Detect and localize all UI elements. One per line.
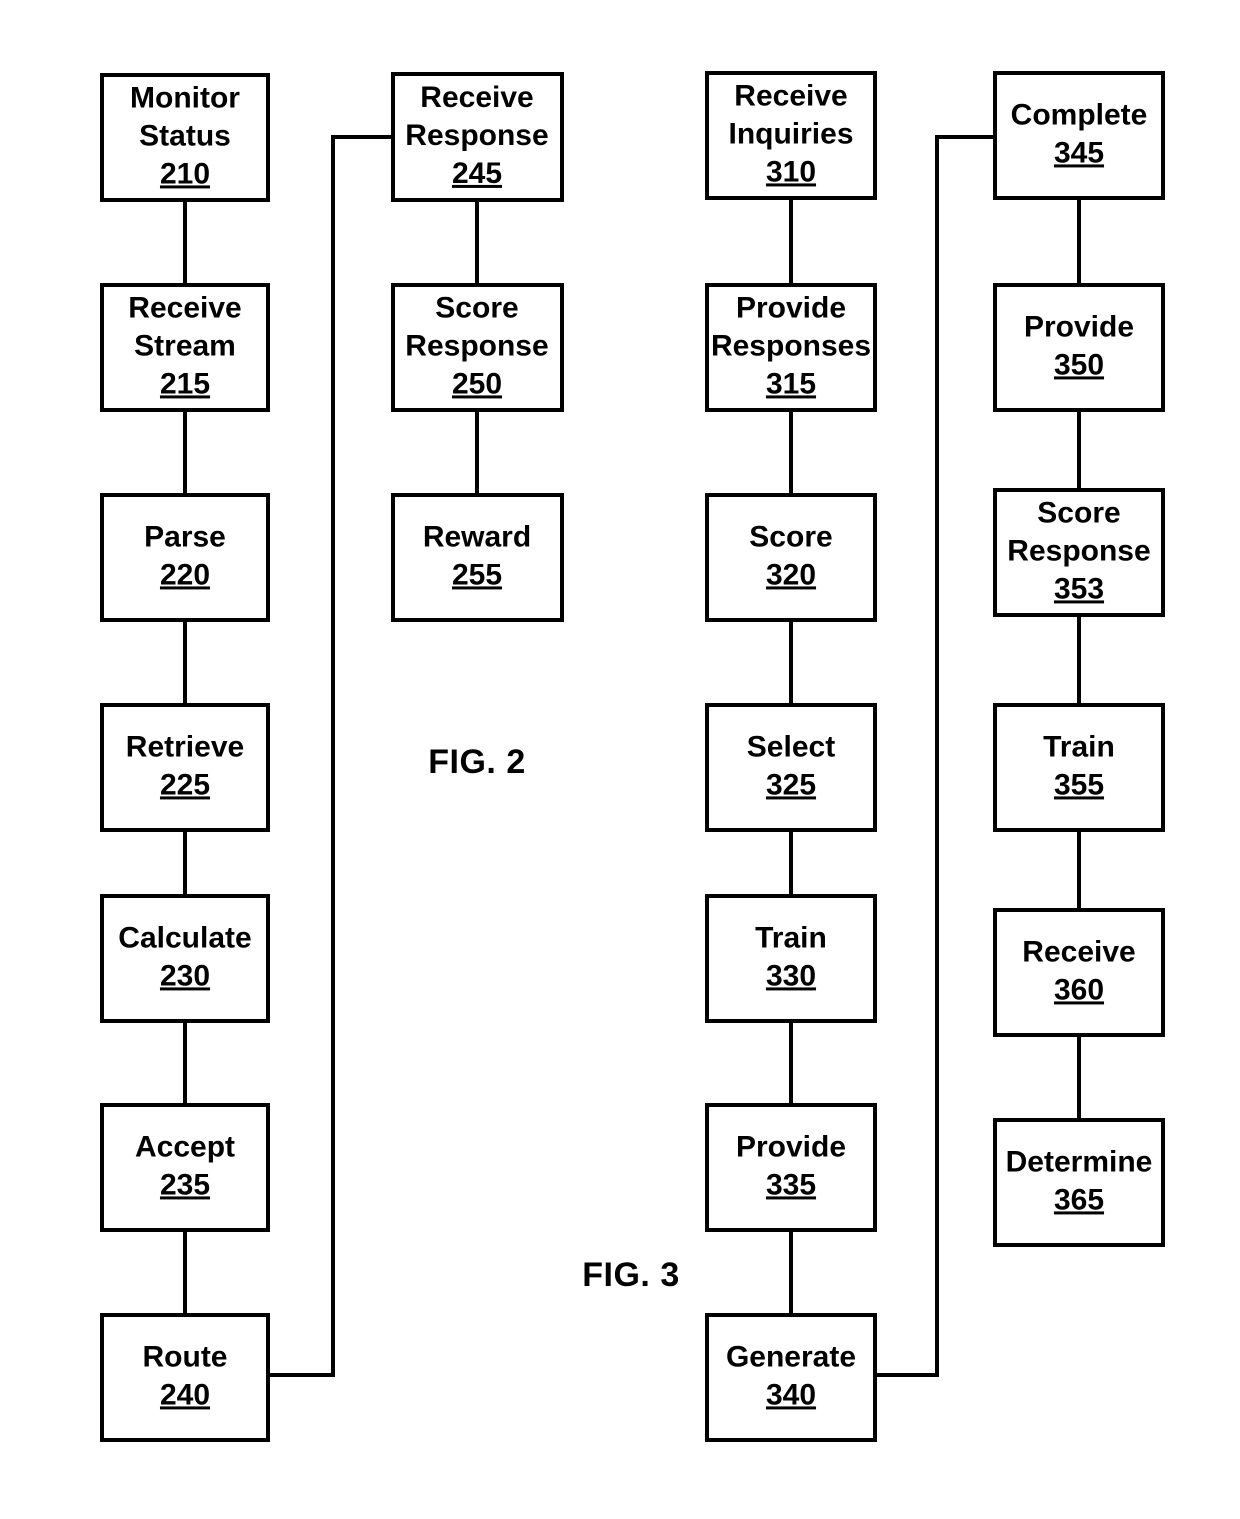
node-label: Stream	[134, 329, 236, 362]
flowchart-node[interactable]: Train 330	[705, 894, 877, 1023]
flowchart-node[interactable]: Train 355	[993, 703, 1165, 832]
node-label: Response	[405, 119, 548, 152]
figure-caption: FIG. 2	[428, 743, 525, 781]
flowchart-node[interactable]: Provide 350	[993, 283, 1165, 412]
node-reference-number: 340	[766, 1378, 816, 1411]
node-label: Receive	[1022, 935, 1135, 968]
node-label: Generate	[726, 1340, 856, 1373]
node-reference-number: 335	[766, 1168, 816, 1201]
flowchart-column: Receive Response 245 Score Response 250 Reward…	[391, 72, 564, 622]
flowchart-node[interactable]: Provide 335	[705, 1103, 877, 1232]
patent-figure-page: Monitor Status 210 Receive Stream 215 Parse 220…	[0, 0, 1240, 1519]
node-label: Receive	[128, 291, 241, 324]
node-reference-number: 360	[1054, 973, 1104, 1006]
node-reference-number: 345	[1054, 136, 1104, 169]
flowchart-node[interactable]: Provide Responses 315	[705, 283, 877, 412]
node-label: Responses	[711, 329, 871, 362]
flowchart-node[interactable]: Generate 340	[705, 1313, 877, 1442]
node-reference-number: 320	[766, 558, 816, 591]
node-label: Provide	[1024, 310, 1134, 343]
flowchart-canvas: Monitor Status 210 Receive Stream 215 Parse 220…	[100, 71, 1165, 1442]
node-label: Accept	[135, 1130, 235, 1163]
flow-connector-feedback	[875, 135, 995, 1377]
node-label: Receive	[420, 81, 533, 114]
node-label: Determine	[1006, 1145, 1153, 1178]
node-reference-number: 210	[160, 157, 210, 190]
node-reference-number: 245	[452, 157, 502, 190]
node-reference-number: 255	[452, 558, 502, 591]
flowchart-node[interactable]: Complete 345	[993, 71, 1165, 200]
node-reference-number: 220	[160, 558, 210, 591]
node-label: Complete	[1011, 98, 1148, 131]
node-label: Score	[749, 520, 832, 553]
flowchart-node[interactable]: Score Response 353	[993, 488, 1165, 617]
node-reference-number: 215	[160, 367, 210, 400]
captions-layer: FIG. 2 FIG. 3	[428, 743, 679, 1294]
node-label: Provide	[736, 291, 846, 324]
node-reference-number: 350	[1054, 348, 1104, 381]
node-reference-number: 365	[1054, 1183, 1104, 1216]
flowchart-node[interactable]: Monitor Status 210	[100, 73, 270, 202]
node-reference-number: 330	[766, 959, 816, 992]
nodes-layer: Monitor Status 210 Receive Stream 215 Parse 220…	[100, 71, 1165, 1442]
figure-caption: FIG. 3	[582, 1256, 679, 1294]
node-reference-number: 353	[1054, 572, 1104, 605]
node-label: Inquiries	[728, 117, 853, 150]
node-label: Monitor	[130, 81, 240, 114]
node-label: Route	[143, 1340, 228, 1373]
node-label: Provide	[736, 1130, 846, 1163]
node-reference-number: 355	[1054, 768, 1104, 801]
flowchart-node[interactable]: Accept 235	[100, 1103, 270, 1232]
node-label: Status	[139, 119, 231, 152]
node-label: Response	[405, 329, 548, 362]
node-reference-number: 315	[766, 367, 816, 400]
flowchart-node[interactable]: Receive Stream 215	[100, 283, 270, 412]
flowchart-node[interactable]: Receive Response 245	[391, 72, 564, 202]
flowchart-node[interactable]: Parse 220	[100, 493, 270, 622]
flow-connector-feedback	[268, 135, 393, 1377]
node-reference-number: 235	[160, 1168, 210, 1201]
flowchart-node[interactable]: Receive 360	[993, 908, 1165, 1037]
node-reference-number: 225	[160, 768, 210, 801]
node-reference-number: 325	[766, 768, 816, 801]
node-reference-number: 240	[160, 1378, 210, 1411]
flowchart-node[interactable]: Calculate 230	[100, 894, 270, 1023]
flowchart-node[interactable]: Determine 365	[993, 1118, 1165, 1247]
node-label: Select	[747, 730, 835, 763]
node-label: Parse	[144, 520, 226, 553]
flowchart-node[interactable]: Route 240	[100, 1313, 270, 1442]
node-label: Score	[1037, 496, 1120, 529]
node-reference-number: 310	[766, 155, 816, 188]
flowchart-node[interactable]: Reward 255	[391, 493, 564, 622]
node-label: Response	[1007, 534, 1150, 567]
node-reference-number: 230	[160, 959, 210, 992]
node-label: Train	[1043, 730, 1115, 763]
node-reference-number: 250	[452, 367, 502, 400]
flowchart-node[interactable]: Score 320	[705, 493, 877, 622]
node-label: Reward	[423, 520, 531, 553]
node-label: Train	[755, 921, 827, 954]
node-label: Receive	[734, 79, 847, 112]
flowchart-node[interactable]: Select 325	[705, 703, 877, 832]
node-label: Calculate	[118, 921, 251, 954]
flowchart-node[interactable]: Receive Inquiries 310	[705, 71, 877, 200]
node-label: Retrieve	[126, 730, 244, 763]
connectors-layer	[183, 135, 1081, 1377]
flowchart-node[interactable]: Score Response 250	[391, 283, 564, 412]
flowchart-node[interactable]: Retrieve 225	[100, 703, 270, 832]
node-label: Score	[435, 291, 518, 324]
